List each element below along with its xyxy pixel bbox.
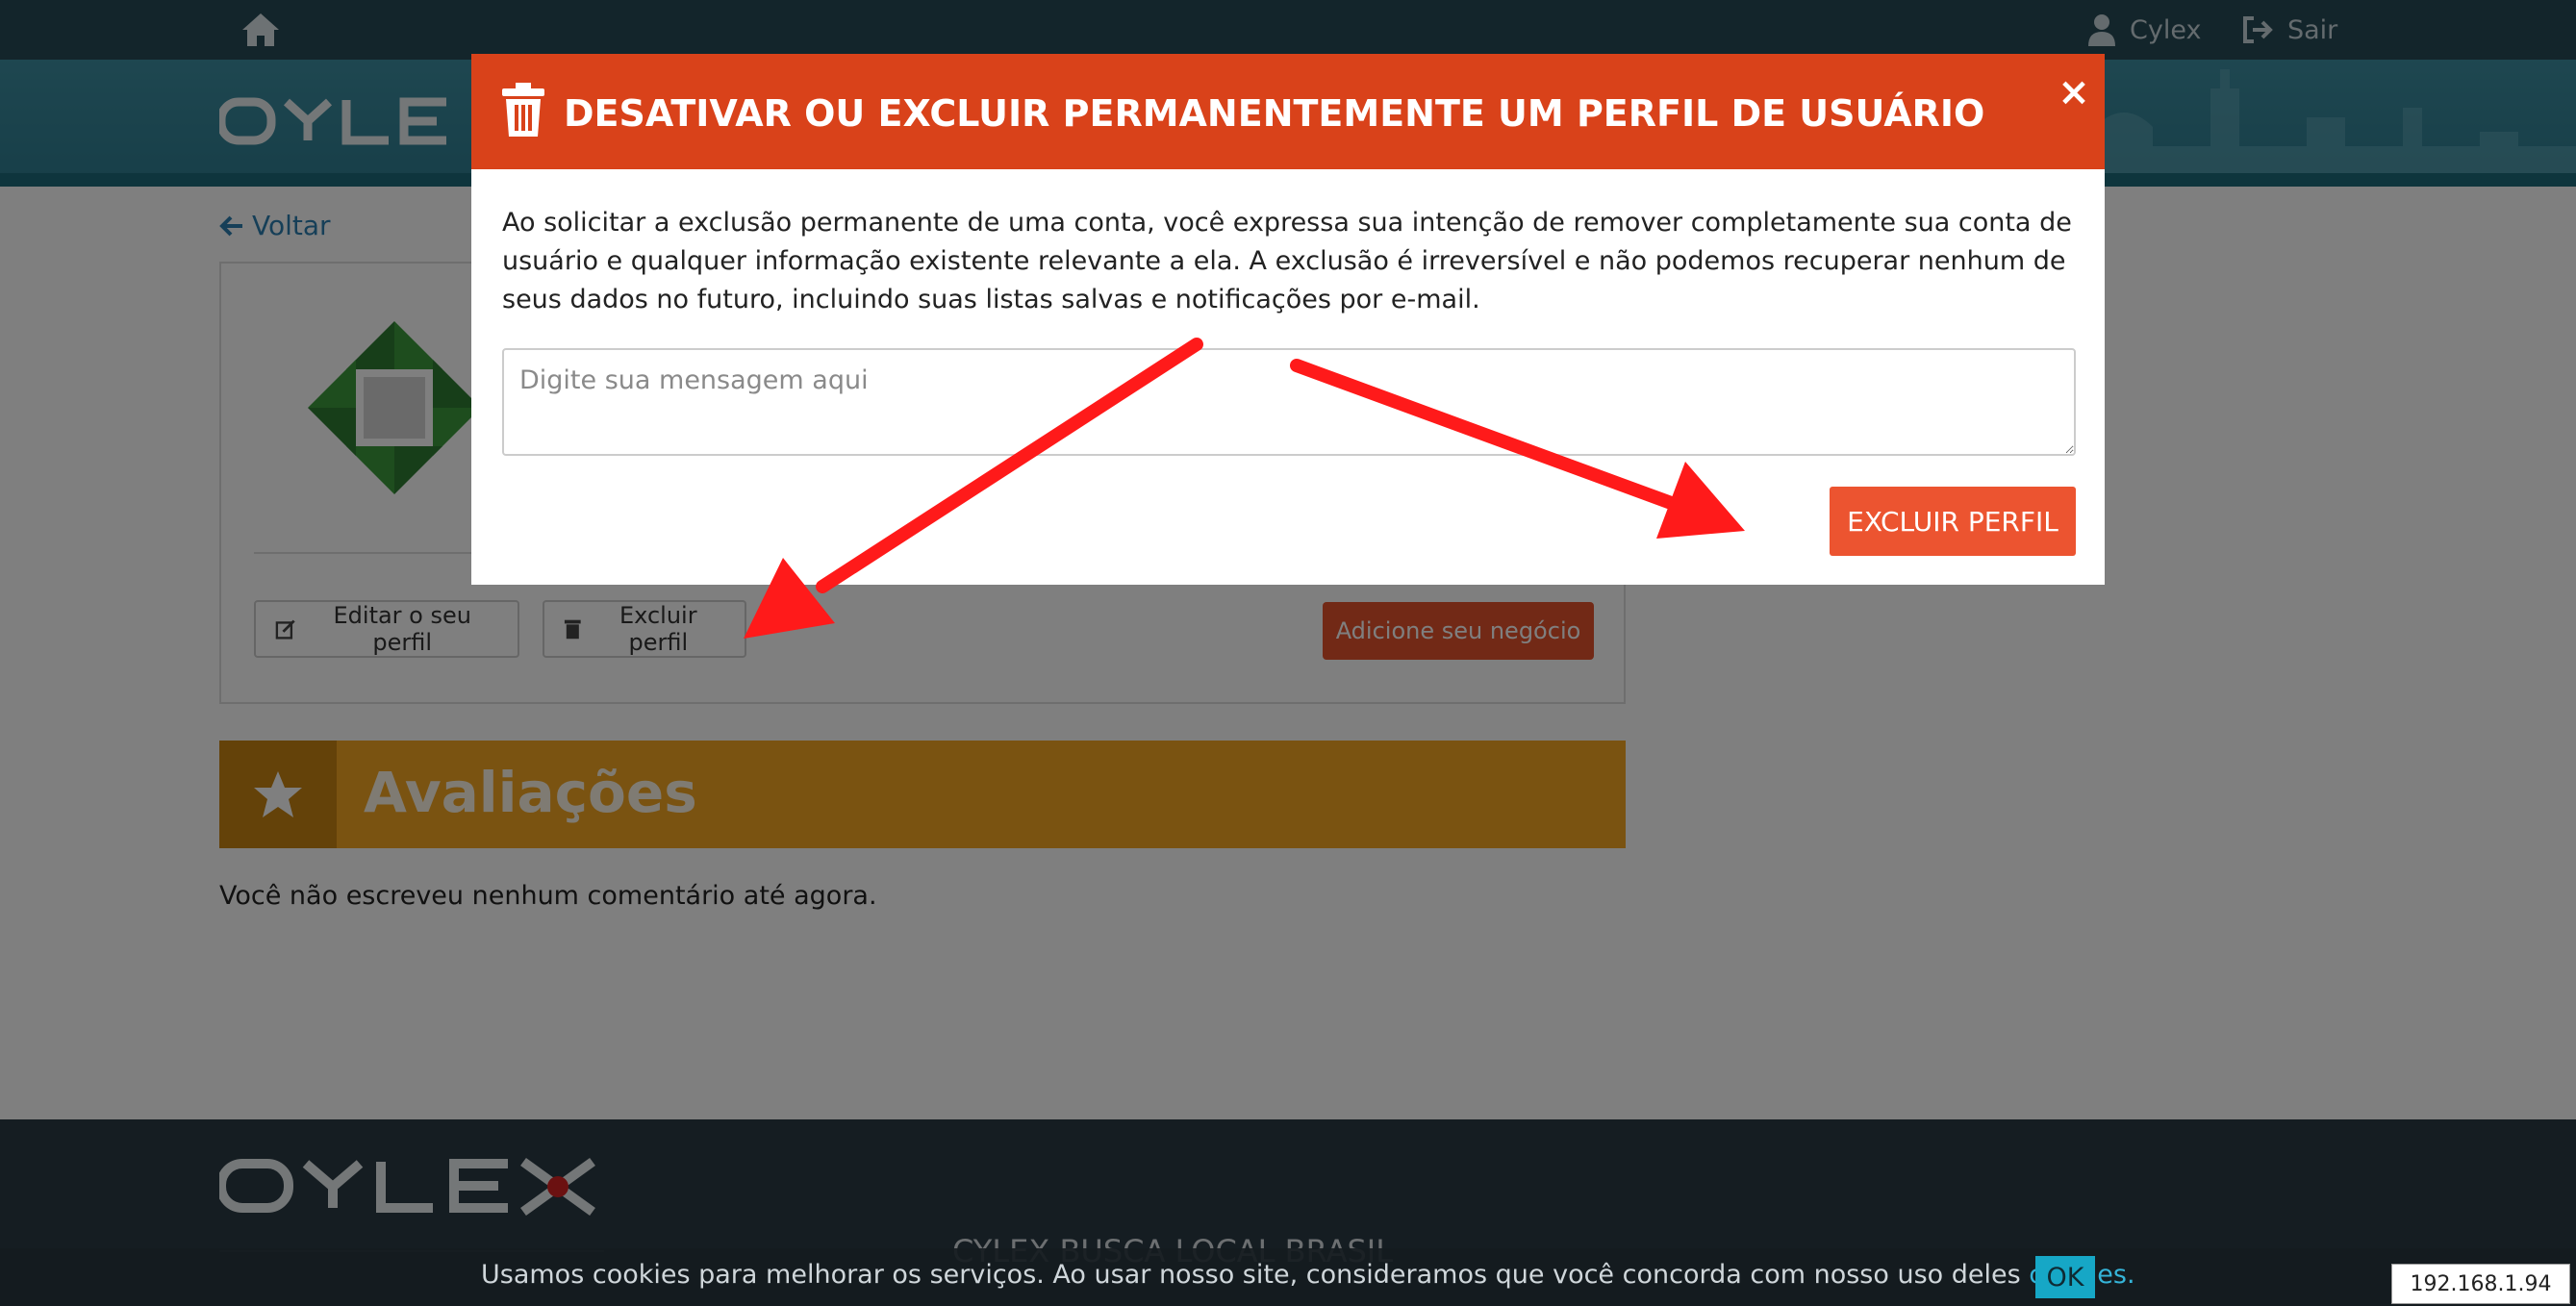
cookie-banner: Usamos cookies para melhorar os serviços… bbox=[0, 1248, 2576, 1306]
modal-description: Ao solicitar a exclusão permanente de um… bbox=[502, 208, 2072, 314]
ip-address-badge: 192.168.1.94 bbox=[2391, 1264, 2570, 1304]
modal-title: DESATIVAR OU EXCLUIR PERMANENTEMENTE UM … bbox=[564, 92, 1985, 135]
cookie-text-wrapper: Usamos cookies para melhorar os serviços… bbox=[481, 1260, 2135, 1290]
cookie-accept-button[interactable]: OK bbox=[2035, 1256, 2095, 1298]
close-icon[interactable]: × bbox=[2055, 73, 2093, 112]
cookie-text: Usamos cookies para melhorar os serviços… bbox=[481, 1260, 2021, 1290]
modal-header: DESATIVAR OU EXCLUIR PERMANENTEMENTE UM … bbox=[471, 54, 2105, 169]
confirm-delete-button[interactable]: EXCLUIR PERFIL bbox=[1830, 487, 2076, 556]
message-textarea[interactable] bbox=[502, 348, 2076, 456]
trash-icon bbox=[502, 83, 544, 137]
delete-profile-modal: DESATIVAR OU EXCLUIR PERMANENTEMENTE UM … bbox=[471, 54, 2105, 585]
